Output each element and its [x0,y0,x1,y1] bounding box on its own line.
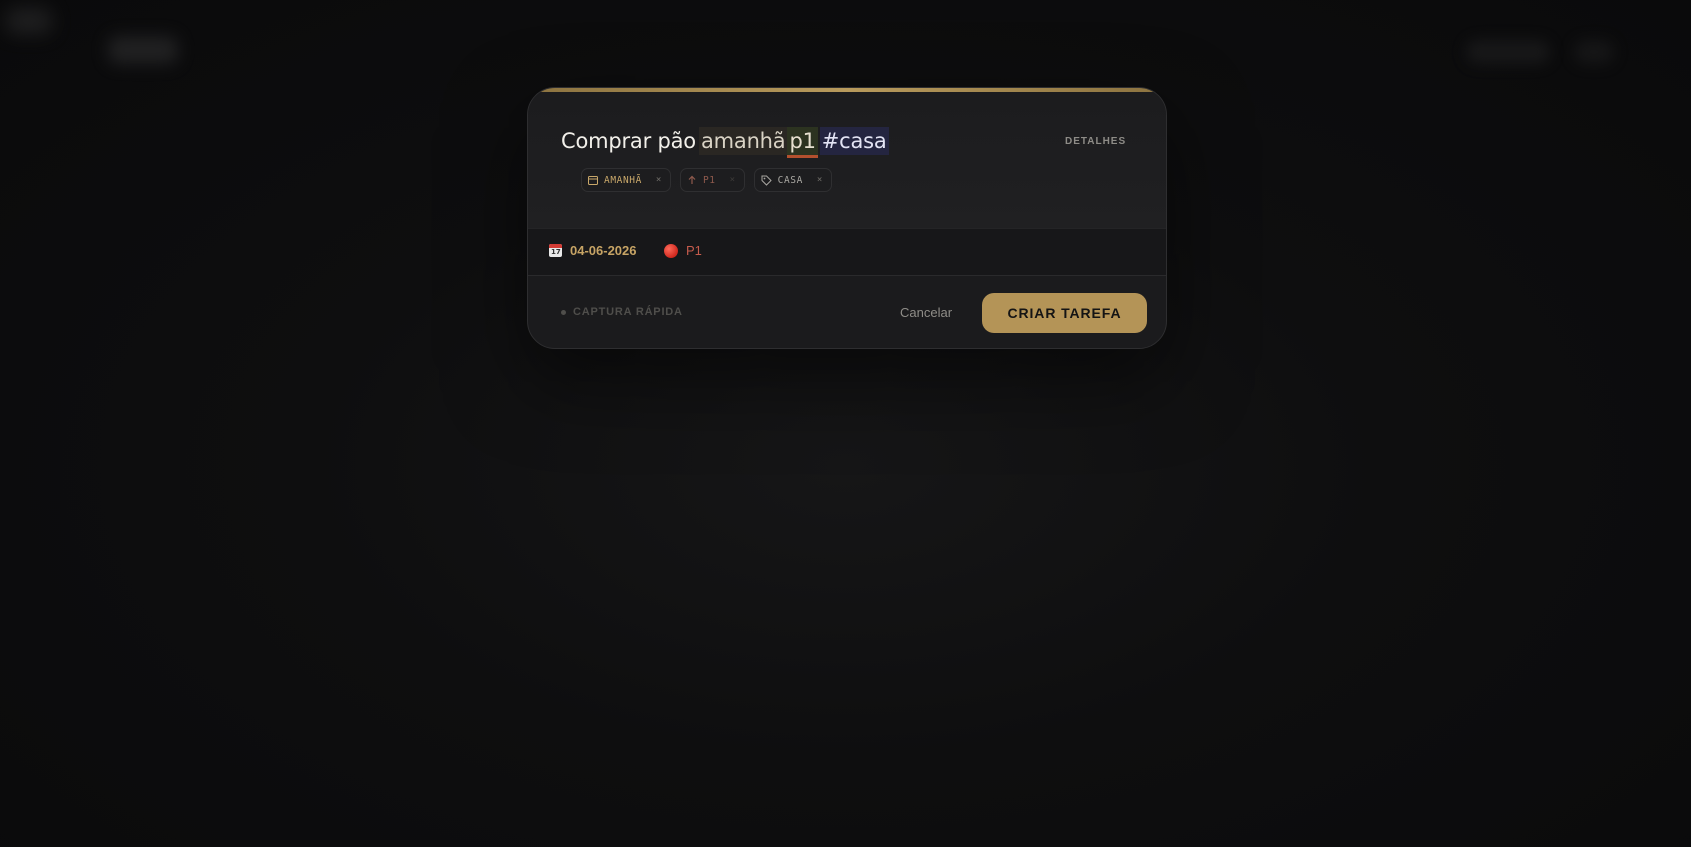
meta-due-date-value: 04-06-2026 [570,243,637,258]
dot-icon [561,309,566,315]
meta-due-date[interactable]: 04-06-2026 [549,243,637,258]
quick-capture-label: CAPTURA RÁPIDA [573,306,683,318]
chip-priority-remove-icon[interactable]: × [730,175,736,185]
date-token-highlight: amanhã [698,127,788,155]
chip-priority-label: P1 [702,174,716,186]
chip-date-remove-icon[interactable]: × [656,175,662,185]
details-button[interactable]: DETALHES [1065,136,1126,147]
calendar-emoji-icon [549,244,562,257]
chip-tag-remove-icon[interactable]: × [817,175,823,185]
blurred-logo [108,36,178,64]
task-compose-area[interactable]: Comprar pão amanhã p1 #casa DETALHES AMANHÃ… [528,92,1166,232]
quick-add-task-modal: Comprar pão amanhã p1 #casa DETALHES AMANHÃ… [527,87,1167,349]
meta-priority-value: P1 [686,243,702,258]
task-text-plain: Comprar pão [561,129,696,153]
arrow-up-icon [688,175,696,184]
chip-date-label: AMANHÃ [604,174,642,186]
meta-priority[interactable]: P1 [664,243,702,258]
priority-token-highlight: p1 [787,127,818,158]
red-circle-icon [664,243,678,258]
chip-priority[interactable]: P1 × [679,168,745,192]
calendar-icon [588,176,598,185]
blurred-app-icon [6,8,52,34]
create-task-button[interactable]: CRIAR TAREFA [982,293,1147,333]
parsed-token-chips: AMANHÃ × P1 × CASA × [581,168,832,192]
tag-icon [761,175,772,186]
chip-tag-label: CASA [777,174,803,186]
quick-capture-indicator: CAPTURA RÁPIDA [561,306,683,318]
cancel-button[interactable]: Cancelar [900,305,952,320]
modal-footer: CAPTURA RÁPIDA Cancelar CRIAR TAREFA [528,276,1166,348]
blurred-header-avatar [1574,40,1614,64]
chip-date[interactable]: AMANHÃ × [581,168,671,192]
task-meta-bar: 04-06-2026 P1 [528,228,1166,276]
blurred-header-button [1466,40,1550,64]
tag-token-highlight: #casa [819,127,889,155]
chip-tag[interactable]: CASA × [753,168,832,192]
task-input[interactable]: Comprar pão amanhã p1 #casa [561,127,889,158]
